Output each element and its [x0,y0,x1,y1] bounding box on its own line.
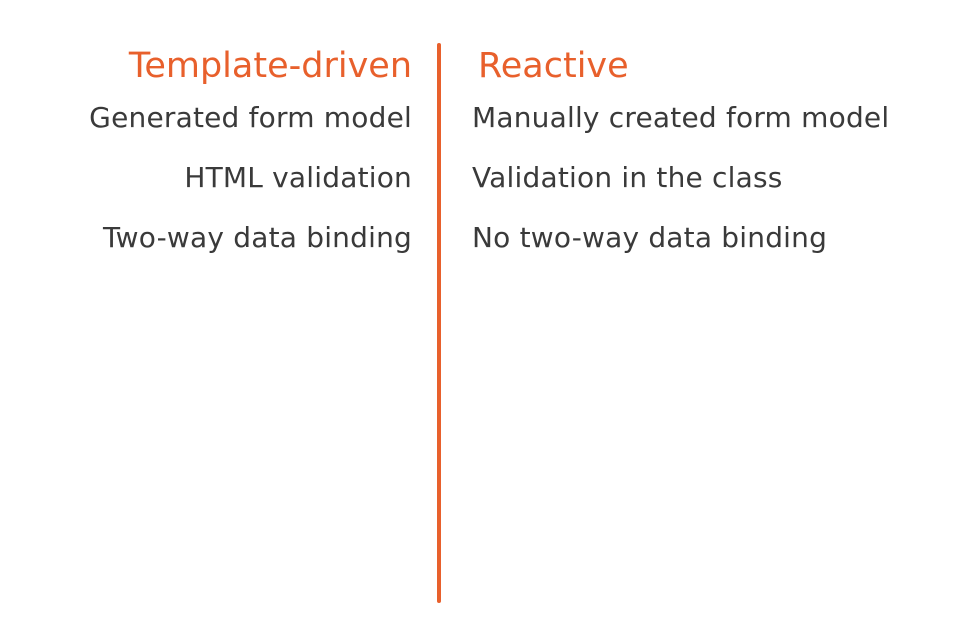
template-driven-column: Template-driven Generated form model HTM… [89,44,412,282]
template-driven-heading: Template-driven [128,46,412,86]
list-item: No two-way data binding [472,221,828,254]
list-item: Validation in the class [472,161,783,194]
list-item: HTML validation [184,161,412,194]
comparison-slide: Template-driven Generated form model HTM… [0,0,960,644]
reactive-heading: Reactive [478,46,629,86]
list-item: Two-way data binding [103,221,412,254]
template-driven-list: Generated form model HTML validation Two… [89,102,412,254]
list-item: Generated form model [89,101,412,134]
column-divider [437,43,441,603]
list-item: Manually created form model [472,101,890,134]
reactive-column: Reactive Manually created form model Val… [472,44,889,282]
reactive-list: Manually created form model Validation i… [472,102,889,254]
